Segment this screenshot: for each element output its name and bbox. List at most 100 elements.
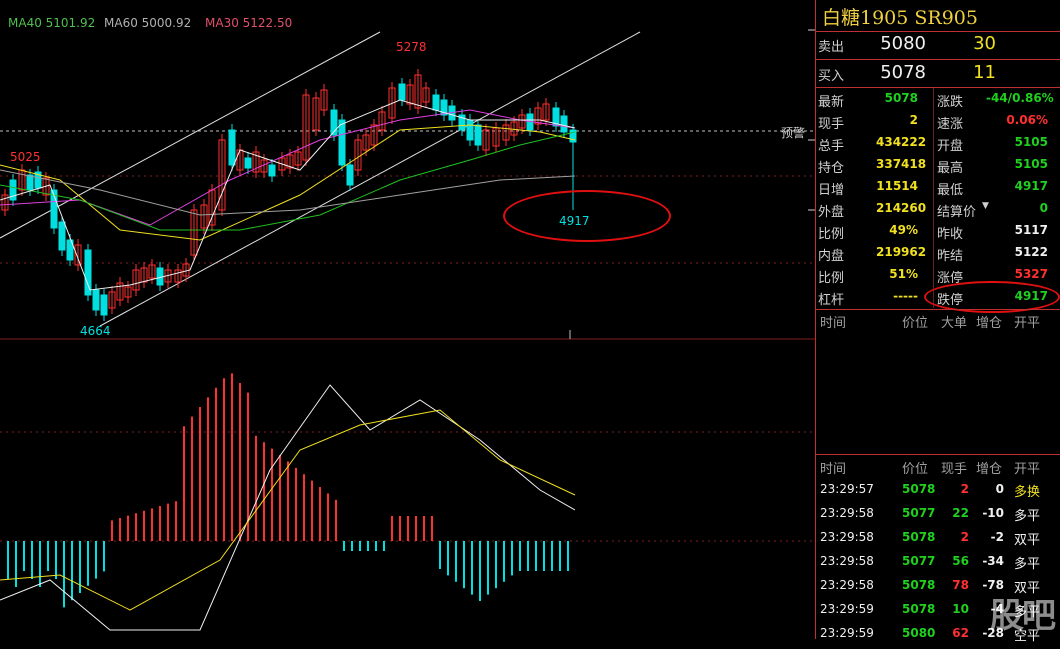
- tick-column-header[interactable]: 时间: [820, 458, 846, 477]
- tick-column-header[interactable]: 现手: [941, 458, 967, 477]
- candle-body: [268, 164, 276, 177]
- tick-oi-change: -34: [982, 554, 1004, 568]
- quote-value: 5122: [1014, 245, 1048, 259]
- divider: [816, 87, 1060, 88]
- tick-row[interactable]: 23:29:58 5077 56 -34 多平: [816, 553, 1060, 577]
- tick-price: 5078: [902, 578, 936, 592]
- quote-value: 219962: [876, 245, 927, 259]
- tick-row[interactable]: 23:29:58 5077 22 -10 多平: [816, 505, 1060, 529]
- divider: [816, 454, 1060, 455]
- bid-price: 5078: [880, 62, 926, 83]
- big-order-column-header[interactable]: 时间: [820, 312, 846, 331]
- quote-value: 2: [909, 113, 918, 127]
- quote-value: -44/0.86%: [986, 91, 1054, 105]
- quote-value: 4917: [1014, 179, 1048, 193]
- tick-time: 23:29:58: [820, 578, 874, 592]
- tick-oi-change: -10: [982, 506, 1004, 520]
- quote-label: 杠杆: [818, 293, 845, 308]
- quote-label: 现手: [818, 117, 845, 132]
- candle-body: [560, 115, 568, 133]
- quote-label: 持仓: [818, 161, 845, 176]
- bid-label: 买入: [818, 69, 845, 84]
- quote-value: 214260: [876, 201, 927, 215]
- quote-value: 51%: [889, 267, 918, 281]
- guba-watermark: 股吧: [990, 596, 1056, 636]
- ask-label: 卖出: [818, 40, 845, 55]
- candle-body: [228, 129, 236, 166]
- ask-price: 5080: [880, 33, 926, 54]
- quote-value: 5078: [884, 91, 918, 105]
- tick-time: 23:29:58: [820, 554, 874, 568]
- low-price-label: 4664: [80, 324, 111, 338]
- tick-qty: 78: [952, 578, 969, 592]
- ask-row[interactable]: 卖出 5080 30: [816, 33, 1060, 57]
- quote-value: -----: [893, 289, 918, 303]
- quote-value: 5117: [1014, 223, 1048, 237]
- quote-value: 11514: [876, 179, 918, 193]
- divider: [816, 309, 1060, 310]
- ma40-label: MA40 5101.92: [8, 16, 96, 30]
- quote-label: 最低: [937, 183, 964, 198]
- tick-price: 5078: [902, 602, 936, 616]
- quote-label: 比例: [818, 227, 845, 242]
- tick-oi-change: 0: [995, 482, 1004, 496]
- alert-label[interactable]: 预警: [781, 124, 805, 141]
- tick-time: 23:29:59: [820, 626, 874, 640]
- ma30-label: MA30 5122.50: [205, 16, 293, 30]
- quote-value: 0: [1039, 201, 1048, 215]
- tick-type: 双平: [1014, 533, 1041, 548]
- tick-time: 23:29:57: [820, 482, 874, 496]
- tick-qty: 56: [952, 554, 969, 568]
- quote-value: 5327: [1014, 267, 1048, 281]
- tick-column-header[interactable]: 价位: [902, 458, 928, 477]
- candle-body: [84, 249, 92, 296]
- quote-label: 比例: [818, 271, 845, 286]
- big-order-column-header[interactable]: 大单: [941, 312, 967, 331]
- quote-label: 外盘: [818, 205, 845, 220]
- quote-value: 434222: [876, 135, 927, 149]
- quote-label: 内盘: [818, 249, 845, 264]
- tick-price: 5078: [902, 482, 936, 496]
- quote-label: 开盘: [937, 139, 964, 154]
- tick-type: 多换: [1014, 485, 1041, 500]
- tick-row[interactable]: 23:29:58 5078 2 -2 双平: [816, 529, 1060, 553]
- tick-time: 23:29:58: [820, 530, 874, 544]
- candle-body: [92, 289, 100, 311]
- kline-chart-svg: [0, 29, 815, 631]
- tick-column-header[interactable]: 开平: [1014, 458, 1040, 477]
- candle-body: [569, 129, 577, 143]
- candle-body: [432, 94, 440, 111]
- big-order-column-header[interactable]: 价位: [902, 312, 928, 331]
- divider: [816, 31, 1060, 32]
- tick-column-header[interactable]: 增仓: [976, 458, 1002, 477]
- tick-oi-change: -2: [990, 530, 1004, 544]
- candle-body: [398, 83, 406, 101]
- quote-value: 49%: [889, 223, 918, 237]
- big-order-column-header[interactable]: 开平: [1014, 312, 1040, 331]
- ma60-label: MA60 5000.92: [104, 16, 192, 30]
- tick-time: 23:29:58: [820, 506, 874, 520]
- quote-label: 涨跌: [937, 95, 964, 110]
- candle-body: [338, 119, 346, 166]
- tick-qty: 2: [960, 482, 969, 496]
- big-order-column-header[interactable]: 增仓: [976, 312, 1002, 331]
- candle-body: [58, 221, 66, 251]
- ma60-line: [0, 169, 576, 216]
- quote-label: 昨收: [937, 227, 964, 242]
- kline-chart-area[interactable]: MA40 5101.92 MA60 5000.92 MA30 5122.50 5…: [0, 0, 815, 639]
- quote-value: 0.06%: [1006, 113, 1048, 127]
- quote-label: 昨结: [937, 249, 964, 264]
- divider: [816, 59, 1060, 60]
- tick-price: 5077: [902, 554, 936, 568]
- tick-time: 23:29:59: [820, 602, 874, 616]
- tick-qty: 10: [952, 602, 969, 616]
- quote-label: 速涨: [937, 117, 964, 132]
- candle-body: [26, 174, 34, 191]
- candle-body: [474, 124, 482, 146]
- quote-label: 最新: [818, 95, 845, 110]
- highlight-circle: [503, 190, 671, 242]
- tick-row[interactable]: 23:29:57 5078 2 0 多换: [816, 481, 1060, 505]
- bid-row[interactable]: 买入 5078 11: [816, 62, 1060, 86]
- quote-label: 最高: [937, 161, 964, 176]
- instrument-title: 白糖1905 SR905: [822, 7, 978, 29]
